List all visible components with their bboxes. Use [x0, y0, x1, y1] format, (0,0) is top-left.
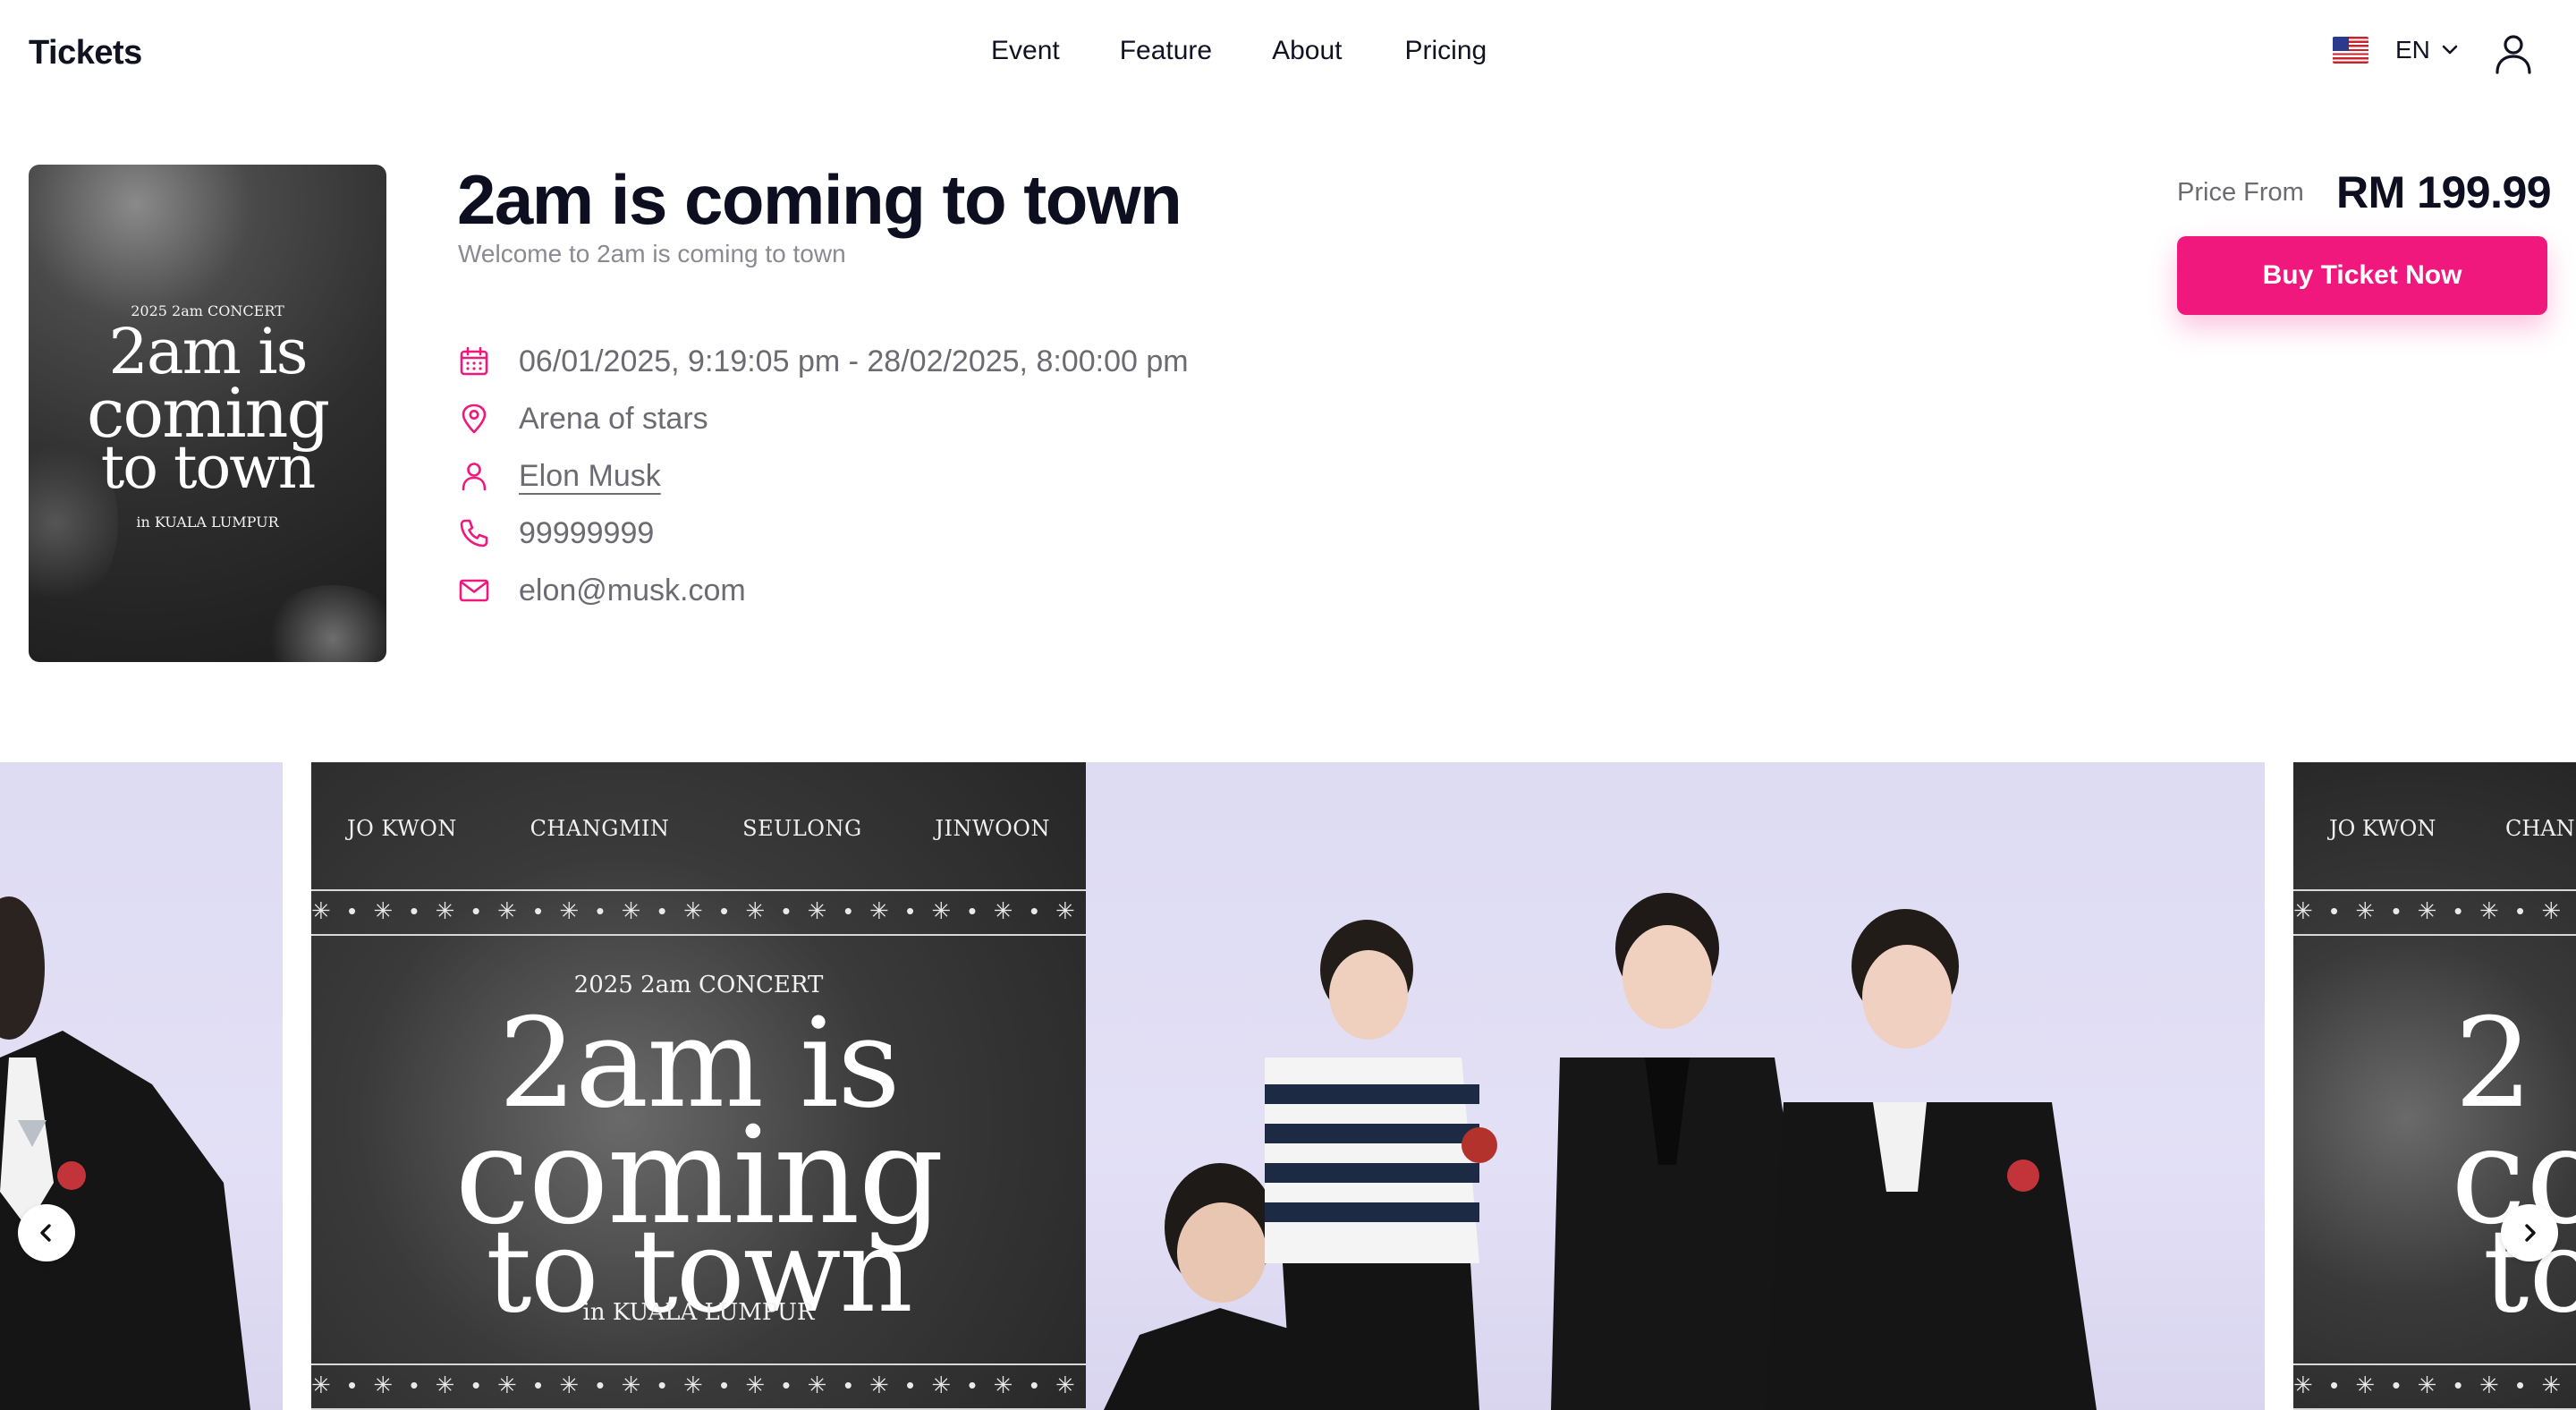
- calendar-icon: [460, 346, 488, 376]
- event-email-row: elon@musk.com: [458, 562, 1189, 619]
- carousel-slide-next: JO KWON CHAN ✳ • ✳ • ✳ • ✳ • ✳ • ✳ • ✳ •…: [2293, 762, 2576, 1410]
- carousel-slide-group-photo: [1086, 762, 2265, 1410]
- event-phone-row: 99999999: [458, 505, 1189, 562]
- person-icon: [462, 463, 487, 491]
- location-pin-icon: [462, 403, 487, 434]
- chevron-right-icon: [2525, 1224, 2536, 1242]
- mail-icon: [459, 579, 489, 602]
- price-value: RM 199.99: [2336, 167, 2552, 217]
- phone-icon: [460, 519, 488, 548]
- event-venue: Arena of stars: [519, 401, 708, 436]
- poster-line-3: to town: [100, 433, 317, 502]
- main-nav: Event Feature About Pricing: [991, 36, 1546, 66]
- member-name: SEULONG: [742, 816, 862, 841]
- event-image-carousel[interactable]: JO KWON CHANGMIN SEULONG JINWOON ✳ • ✳ •…: [0, 762, 2576, 1410]
- event-title: 2am is coming to town: [457, 160, 1182, 239]
- language-selector[interactable]: EN: [2333, 36, 2459, 64]
- language-code: EN: [2395, 36, 2430, 64]
- member-name: JINWOON: [935, 816, 1050, 841]
- event-datetime-row: 06/01/2025, 9:19:05 pm - 28/02/2025, 8:0…: [458, 333, 1189, 390]
- nav-link-event[interactable]: Event: [991, 36, 1060, 66]
- organizer-link[interactable]: Elon Musk: [519, 459, 661, 494]
- user-account-icon[interactable]: [2494, 32, 2533, 75]
- member-name: JO KWON: [2329, 816, 2436, 841]
- member-names: JO KWON CHANGMIN SEULONG JINWOON: [311, 816, 1086, 841]
- event-phone: 99999999: [519, 515, 655, 550]
- member-name: CHAN: [2504, 816, 2575, 841]
- member-name: JO KWON: [347, 816, 457, 841]
- event-email: elon@musk.com: [519, 573, 746, 607]
- carousel-next-button[interactable]: [2501, 1204, 2558, 1261]
- carousel-poster-location: in KUALA LUMPUR: [582, 1299, 815, 1326]
- us-flag-icon: [2333, 37, 2368, 64]
- buy-ticket-button[interactable]: Buy Ticket Now: [2177, 236, 2547, 315]
- event-subtitle: Welcome to 2am is coming to town: [458, 240, 846, 268]
- event-datetime: 06/01/2025, 9:19:05 pm - 28/02/2025, 8:0…: [519, 344, 1189, 378]
- chevron-down-icon: [2442, 45, 2458, 55]
- decorative-border: ✳ • ✳ • ✳ • ✳ • ✳ • ✳ • ✳ •: [2293, 889, 2576, 936]
- event-poster: 2025 2am CONCERT 2am is coming to town i…: [29, 165, 386, 662]
- carousel-slide-poster: JO KWON CHANGMIN SEULONG JINWOON ✳ • ✳ •…: [311, 762, 1086, 1410]
- member-photo: [0, 896, 250, 1410]
- event-details: 06/01/2025, 9:19:05 pm - 28/02/2025, 8:0…: [458, 333, 1189, 619]
- nav-link-pricing[interactable]: Pricing: [1405, 36, 1487, 66]
- carousel-prev-button[interactable]: [18, 1204, 75, 1261]
- event-organizer-row: Elon Musk: [458, 447, 1189, 505]
- group-photo: [1104, 893, 2097, 1410]
- carousel-slide-previous: [0, 762, 283, 1410]
- nav-link-feature[interactable]: Feature: [1120, 36, 1212, 66]
- chevron-left-icon: [40, 1224, 51, 1242]
- decorative-border: ✳ • ✳ • ✳ • ✳ • ✳ • ✳ • ✳ • ✳ • ✳ • ✳ • …: [311, 889, 1086, 936]
- top-navbar: Tickets Event Feature About Pricing EN: [0, 0, 2576, 107]
- member-name: CHANGMIN: [530, 816, 670, 841]
- nav-link-about[interactable]: About: [1272, 36, 1342, 66]
- brand-logo[interactable]: Tickets: [29, 34, 142, 72]
- price-label: Price From: [2177, 178, 2304, 207]
- decorative-border: ✳ • ✳ • ✳ • ✳ • ✳ • ✳ • ✳ •: [2293, 1363, 2576, 1410]
- poster-location: in KUALA LUMPUR: [136, 514, 279, 531]
- event-venue-row: Arena of stars: [458, 390, 1189, 447]
- decorative-border: ✳ • ✳ • ✳ • ✳ • ✳ • ✳ • ✳ • ✳ • ✳ • ✳ • …: [311, 1363, 1086, 1410]
